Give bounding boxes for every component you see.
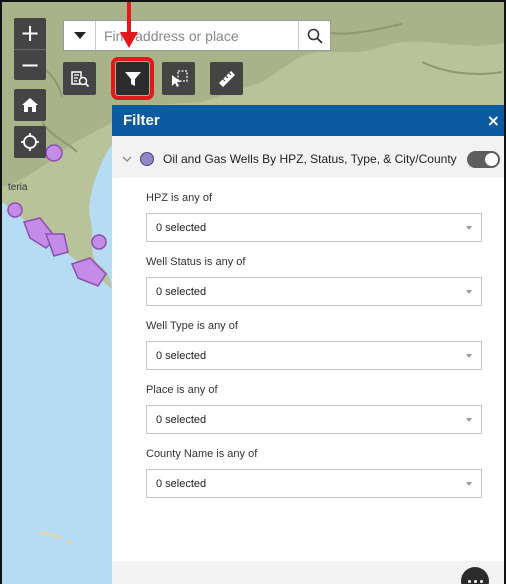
filter-tool-button[interactable]	[111, 57, 154, 100]
select-value: 0 selected	[156, 349, 207, 362]
filter-well-type: Well Type is any of 0 selected	[146, 318, 482, 370]
search-button[interactable]	[298, 21, 330, 50]
ruler-icon	[218, 70, 235, 87]
search-source-dropdown[interactable]	[64, 21, 96, 50]
home-icon	[22, 98, 38, 112]
query-icon	[70, 70, 89, 87]
well-status-select[interactable]: 0 selected	[146, 277, 482, 306]
filter-place: Place is any of 0 selected	[146, 382, 482, 434]
well-cluster	[44, 233, 69, 257]
select-tool-button[interactable]	[162, 62, 195, 95]
search-icon	[307, 28, 323, 44]
caret-down-icon	[466, 353, 472, 358]
filter-label: Well Type is any of	[146, 320, 238, 332]
filter-panel-header: Filter ×	[112, 105, 504, 136]
well-point	[91, 234, 107, 250]
screenshot-frame: teria + − Find address or place Filter ×…	[0, 0, 506, 584]
well-cluster	[70, 257, 107, 287]
locate-button[interactable]	[14, 126, 46, 158]
map-place-label: teria	[8, 182, 28, 193]
caret-down-icon	[466, 225, 472, 230]
zoom-control: + −	[14, 18, 46, 80]
layer-filter-toggle[interactable]	[467, 150, 500, 168]
layer-title: Oil and Gas Wells By HPZ, Status, Type, …	[163, 152, 457, 166]
filter-hpz: HPZ is any of 0 selected	[146, 190, 482, 242]
panel-title: Filter	[123, 112, 160, 129]
select-value: 0 selected	[156, 413, 207, 426]
caret-down-icon	[73, 31, 86, 39]
well-type-select[interactable]: 0 selected	[146, 341, 482, 370]
locate-icon	[21, 133, 39, 151]
well-point	[7, 202, 23, 218]
select-value: 0 selected	[156, 477, 207, 490]
well-point	[45, 144, 63, 162]
caret-down-icon	[466, 289, 472, 294]
county-name-select[interactable]: 0 selected	[146, 469, 482, 498]
more-options-button[interactable]	[461, 567, 489, 584]
filter-icon	[124, 71, 141, 86]
filter-label: County Name is any of	[146, 448, 258, 460]
hpz-select[interactable]: 0 selected	[146, 213, 482, 242]
zoom-out-button[interactable]: −	[14, 49, 46, 80]
close-icon[interactable]: ×	[487, 112, 500, 129]
search-bar	[63, 20, 331, 51]
measure-tool-button[interactable]	[210, 62, 243, 95]
query-tool-button[interactable]	[63, 62, 96, 95]
select-value: 0 selected	[156, 221, 207, 234]
filter-label: HPZ is any of	[146, 192, 213, 204]
zoom-in-button[interactable]: +	[14, 18, 46, 49]
layer-symbol-icon	[140, 152, 154, 166]
home-button[interactable]	[14, 89, 46, 121]
chevron-down-icon[interactable]	[120, 152, 134, 166]
place-select[interactable]: 0 selected	[146, 405, 482, 434]
caret-down-icon	[466, 481, 472, 486]
filter-county-name: County Name is any of 0 selected	[146, 446, 482, 498]
layer-filter-row: Oil and Gas Wells By HPZ, Status, Type, …	[112, 142, 504, 176]
select-cursor-icon	[171, 69, 188, 87]
caret-down-icon	[466, 417, 472, 422]
annotation-arrow-icon	[120, 2, 138, 48]
filter-panel: Filter × Oil and Gas Wells By HPZ, Statu…	[112, 105, 504, 584]
filter-list: HPZ is any of 0 selected Well Status is …	[112, 178, 504, 561]
filter-label: Place is any of	[146, 384, 218, 396]
filter-label: Well Status is any of	[146, 256, 246, 268]
select-value: 0 selected	[156, 285, 207, 298]
filter-well-status: Well Status is any of 0 selected	[146, 254, 482, 306]
